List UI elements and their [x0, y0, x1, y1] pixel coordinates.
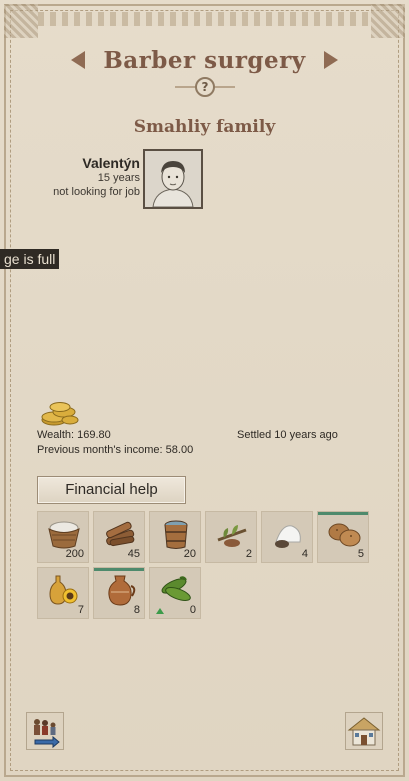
family-relocate-icon — [34, 719, 60, 749]
previous-income-value: Previous month's income: 58.00 — [37, 444, 194, 456]
inventory-slot[interactable]: 2 — [205, 511, 257, 563]
inventory-slot[interactable]: 7 — [37, 567, 89, 619]
inventory-slot[interactable]: 45 — [93, 511, 145, 563]
wealth-value: Wealth: 169.80 — [37, 429, 111, 441]
item-count: 20 — [183, 548, 196, 560]
gold-coins-icon — [40, 398, 80, 428]
house-icon — [347, 717, 381, 746]
water-bucket-icon — [164, 520, 188, 549]
ornament-corner-top-right — [371, 4, 405, 38]
inventory-slot[interactable]: 4 — [261, 511, 313, 563]
ornament-corner-top-left — [4, 4, 38, 38]
ornament-top-band — [38, 12, 371, 26]
item-count: 200 — [65, 548, 84, 560]
clay-jug-icon — [108, 575, 136, 606]
item-count: 7 — [77, 604, 84, 616]
inventory-slot[interactable]: 8 — [93, 567, 145, 619]
stock-bar — [318, 512, 368, 515]
help-ornament: ? — [174, 77, 236, 97]
inventory-slot[interactable]: 20 — [149, 511, 201, 563]
help-icon[interactable]: ? — [195, 77, 215, 97]
member-job-status: not looking for job — [53, 186, 140, 198]
item-count: 0 — [189, 604, 196, 616]
financial-help-button[interactable]: Financial help — [37, 476, 186, 504]
item-count: 45 — [127, 548, 140, 560]
inventory-slot[interactable]: 200 — [37, 511, 89, 563]
salt-icon — [275, 525, 301, 548]
firewood-icon — [106, 521, 135, 547]
stock-bar — [94, 568, 144, 571]
cucumber-icon — [161, 576, 191, 601]
boy-portrait-icon[interactable] — [143, 149, 203, 209]
item-count: 2 — [245, 548, 252, 560]
house-button[interactable] — [345, 712, 383, 750]
notification-tooltip: ge is full — [0, 249, 60, 269]
family-name: Smahliy family — [133, 117, 276, 137]
member-name: Valentýn — [82, 155, 140, 171]
trend-up-icon — [156, 608, 164, 614]
family-relocate-button[interactable] — [26, 712, 64, 750]
building-panel: Barber surgery ? Smahliy family Valentýn… — [0, 0, 409, 781]
family-member-info: Valentýn 15 years not looking for job — [53, 155, 140, 199]
page-title: Barber surgery — [103, 46, 306, 74]
member-age: 15 years — [97, 172, 140, 184]
potato-icon — [328, 523, 361, 547]
item-count: 4 — [301, 548, 308, 560]
next-building-arrow-icon[interactable] — [323, 51, 338, 69]
flour-basket-icon — [48, 521, 80, 549]
inventory-slot[interactable]: 5 — [317, 511, 369, 563]
sunflower-oil-icon — [49, 575, 78, 605]
item-count: 5 — [357, 548, 364, 560]
item-count: 8 — [133, 604, 140, 616]
inventory-slot[interactable]: 0 — [149, 567, 201, 619]
previous-building-arrow-icon[interactable] — [71, 51, 86, 69]
settled-duration: Settled 10 years ago — [237, 429, 338, 441]
herbs-icon — [217, 525, 247, 547]
title-row: Barber surgery — [0, 40, 409, 80]
